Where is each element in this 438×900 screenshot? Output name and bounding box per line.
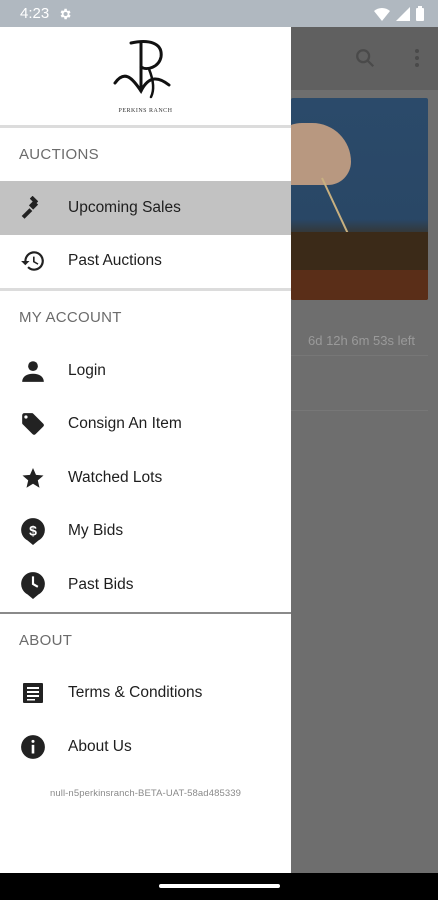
search-icon[interactable] xyxy=(354,47,376,69)
menu-item-label: Consign An Item xyxy=(68,415,182,433)
menu-item-label: Terms & Conditions xyxy=(68,684,203,702)
menu-item-past-bids[interactable]: Past Bids xyxy=(0,558,291,612)
system-nav-bar xyxy=(0,873,438,900)
card-divider xyxy=(291,355,428,356)
history-icon xyxy=(19,248,46,275)
menu-item-about-us[interactable]: About Us xyxy=(0,720,291,774)
section-title-auctions: AUCTIONS xyxy=(19,146,99,163)
menu-item-watched-lots[interactable]: Watched Lots xyxy=(0,451,291,505)
battery-icon xyxy=(416,6,424,21)
menu-item-label: Past Bids xyxy=(68,575,134,593)
menu-item-upcoming-sales[interactable]: Upcoming Sales xyxy=(0,181,291,235)
status-icons xyxy=(374,6,424,21)
horse-image-shape xyxy=(291,123,351,185)
menu-item-label: About Us xyxy=(68,737,132,755)
menu-item-consign-an-item[interactable]: Consign An Item xyxy=(0,398,291,452)
tag-icon xyxy=(19,411,46,438)
menu-item-my-bids[interactable]: $ My Bids xyxy=(0,505,291,559)
status-time: 4:23 xyxy=(20,5,50,22)
svg-text:$: $ xyxy=(29,523,37,539)
menu-item-label: Login xyxy=(68,361,106,379)
clock-pin-icon xyxy=(19,571,46,599)
drawer-header: PERKINS RANCH xyxy=(0,27,291,128)
navigation-drawer: PERKINS RANCH AUCTIONS Upcoming Sales Pa… xyxy=(0,27,291,873)
menu-item-label: Past Auctions xyxy=(68,252,162,270)
gavel-icon xyxy=(19,194,46,221)
dollar-pin-icon: $ xyxy=(19,518,46,546)
menu-item-label: My Bids xyxy=(68,522,124,540)
status-bar: 4:23 xyxy=(0,0,438,27)
monogram-p-icon xyxy=(113,39,170,98)
menu-item-past-auctions[interactable]: Past Auctions xyxy=(0,235,291,289)
menu-item-login[interactable]: Login xyxy=(0,344,291,398)
info-icon xyxy=(19,733,46,760)
menu-item-terms-conditions[interactable]: Terms & Conditions xyxy=(0,667,291,721)
section-title-about: ABOUT xyxy=(19,631,73,649)
menu-item-label: Upcoming Sales xyxy=(68,198,181,216)
time-left-label: 6d 12h 6m 53s left xyxy=(308,333,415,348)
treeline-shape xyxy=(291,232,428,270)
logo-brand-text: PERKINS RANCH xyxy=(118,107,173,114)
ground-shape xyxy=(291,270,428,300)
wifi-icon xyxy=(374,7,390,21)
more-vert-icon[interactable] xyxy=(412,47,422,69)
card-divider xyxy=(291,410,428,411)
perkins-ranch-logo: PERKINS RANCH xyxy=(111,39,181,114)
gear-icon xyxy=(60,8,71,19)
menu-item-label: Watched Lots xyxy=(68,468,163,486)
home-gesture-handle[interactable] xyxy=(159,884,280,888)
section-title-my-account: MY ACCOUNT xyxy=(19,309,122,326)
document-icon xyxy=(19,680,46,707)
app-version-text: null-n5perkinsranch-BETA-UAT-58ad485339 xyxy=(49,787,241,799)
auction-hero-image[interactable] xyxy=(291,98,428,300)
signal-icon xyxy=(396,6,410,21)
person-icon xyxy=(19,357,46,384)
star-icon xyxy=(19,464,46,491)
